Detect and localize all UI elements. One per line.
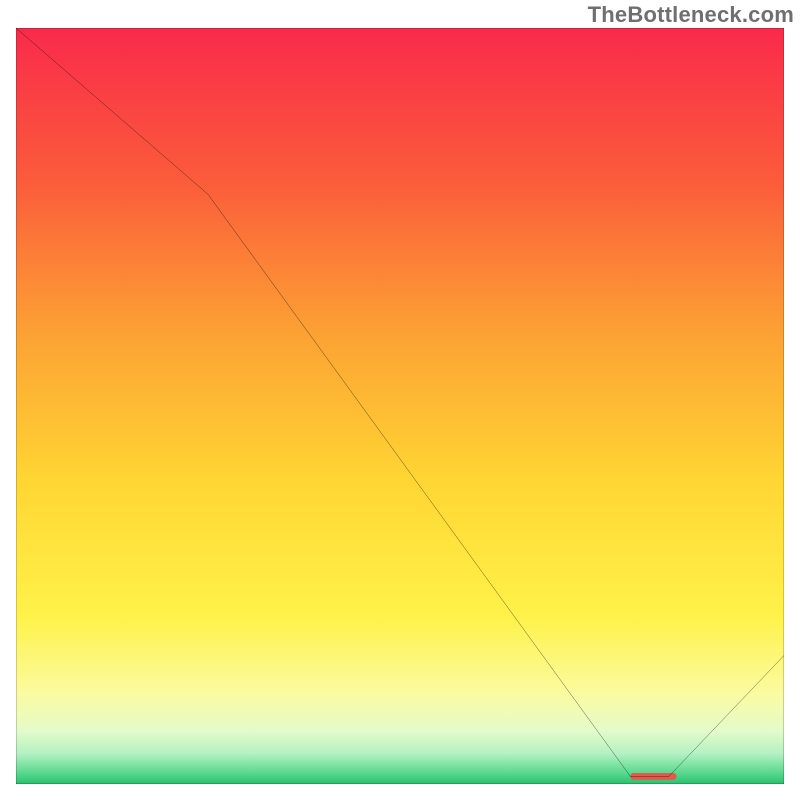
plot-area xyxy=(16,28,784,784)
gradient-backdrop xyxy=(16,28,784,784)
chart-svg xyxy=(16,28,784,784)
watermark-text: TheBottleneck.com xyxy=(588,2,794,28)
chart-container: TheBottleneck.com xyxy=(0,0,800,800)
